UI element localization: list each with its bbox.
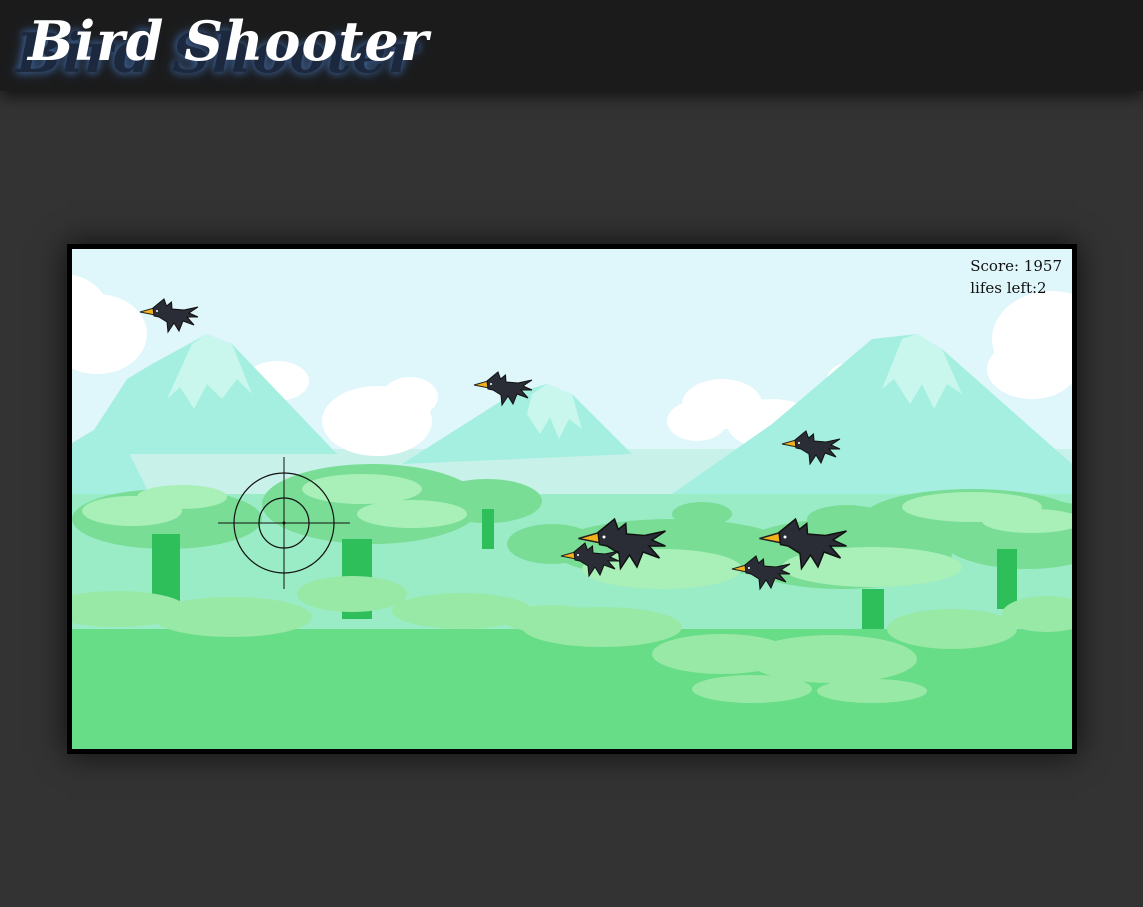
lives-label: lifes left:2 [970, 279, 1047, 297]
score-label: Score: 1957 [970, 257, 1062, 275]
crow-bird-icon[interactable] [731, 554, 791, 594]
crow-bird-icon[interactable] [781, 429, 841, 469]
crosshair-icon [218, 457, 350, 589]
top-header-bar: Bird Shooter Bird Shooter [0, 0, 1143, 91]
crow-bird-icon[interactable] [139, 297, 199, 337]
game-frame: Score: 1957 lifes left:2 [67, 244, 1077, 754]
game-title: Bird Shooter [28, 9, 430, 73]
crow-bird-icon[interactable] [560, 541, 620, 581]
crow-bird-icon[interactable] [473, 370, 533, 410]
game-canvas[interactable]: Score: 1957 lifes left:2 [72, 249, 1072, 749]
hud: Score: 1957 lifes left:2 [970, 255, 1062, 299]
